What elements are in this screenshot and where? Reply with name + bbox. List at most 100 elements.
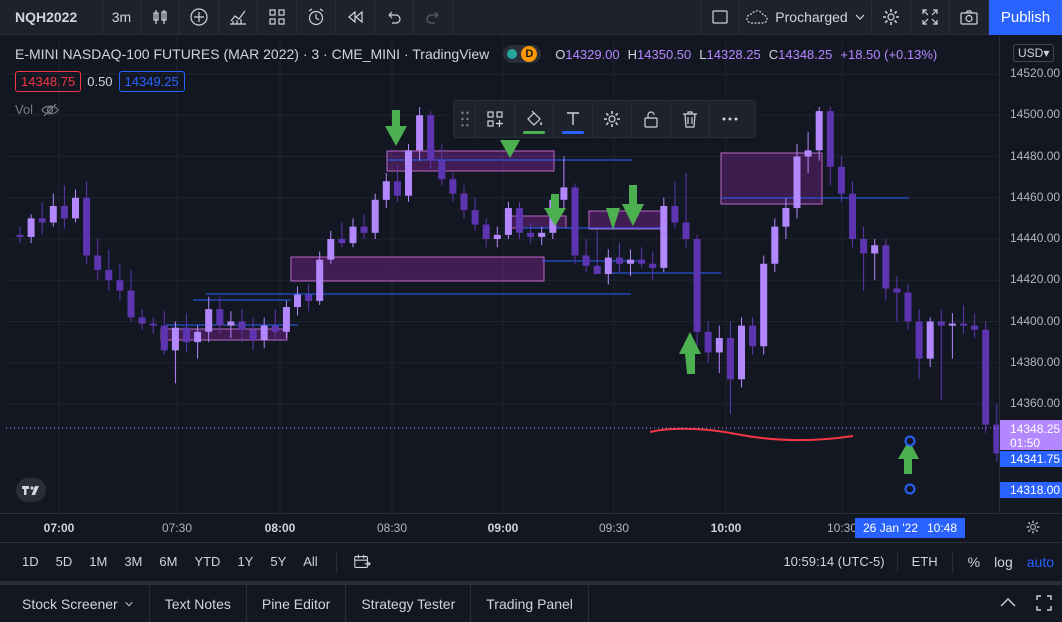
sell-price-button[interactable]: 14348.75 [15,71,82,92]
camera-icon [960,10,978,25]
candle [760,255,768,355]
range-5y[interactable]: 5Y [266,554,290,569]
symbol-search-button[interactable]: NQH2022 [0,0,103,35]
alert-button[interactable] [297,0,336,35]
last-price-label: 14348.25 01:50 [1000,420,1062,450]
range-all[interactable]: All [299,554,321,569]
candle-body [227,321,235,326]
candle [371,193,379,239]
candle-body [83,197,91,256]
replay-button[interactable] [336,0,375,35]
panel-tab-label: Strategy Tester [361,595,456,612]
range-bar-right: 10:59:14 (UTC-5) ETH % log auto [783,543,1062,581]
percent-scale-toggle[interactable]: % [961,554,987,570]
crosshair-time-label: 26 Jan '22 10:48 [855,518,965,538]
range-6m[interactable]: 6M [155,554,181,569]
panel-tab-trading-panel[interactable]: Trading Panel [471,585,589,622]
auto-scale-toggle[interactable]: auto [1020,554,1062,570]
range-1d[interactable]: 1D [18,554,43,569]
currency-select[interactable]: USD▾ [1013,44,1055,62]
candle [771,218,779,272]
panel-tab-text-notes[interactable]: Text Notes [150,585,247,622]
toolbar-spacer [453,0,701,35]
candle-body [948,323,956,326]
snapshot-button[interactable] [950,0,989,35]
candle [704,321,712,363]
candle [338,222,346,248]
chart-settings-button[interactable] [872,0,911,35]
more-button[interactable] [710,101,749,137]
legend-title[interactable]: E-MINI NASDAQ-100 FUTURES (MAR 2022) · 3… [15,46,489,62]
eye-hidden-icon[interactable] [41,103,59,117]
templates-button[interactable] [258,0,297,35]
candle-body [649,263,657,268]
candle [682,173,690,248]
price-scale[interactable]: USD▾ 14520.00 14500.00 14480.00 14460.00 144… [999,36,1062,513]
range-1y[interactable]: 1Y [233,554,257,569]
candle-body [171,327,179,351]
time-scale[interactable]: 07:00 07:30 08:00 08:30 09:00 09:30 10:00 10:30… [0,513,1062,541]
panel-tab-stock-screener[interactable]: Stock Screener [0,585,150,622]
text-color-button[interactable] [554,101,593,137]
candle-body [804,150,812,157]
indicators-button[interactable] [219,0,258,35]
timezone-clock[interactable]: 10:59:14 (UTC-5) [783,551,898,573]
remove-button[interactable] [671,101,710,137]
candle-body [604,257,612,275]
candle [671,181,679,229]
panel-tab-label: Stock Screener [22,595,118,612]
chart-type-button[interactable] [141,0,180,35]
ohlc-close-value: 14348.25 [778,46,833,62]
line-color-swatch [523,131,545,134]
range-1m[interactable]: 1M [85,554,111,569]
panel-tab-pine-editor[interactable]: Pine Editor [247,585,347,622]
maximize-panel-icon[interactable] [1034,593,1054,613]
select-layout-button[interactable] [701,0,740,35]
candle [726,321,734,415]
fullscreen-button[interactable] [911,0,950,35]
go-to-date-icon[interactable] [353,553,371,571]
toolbar-drag-handle[interactable] [454,101,476,137]
range-3m[interactable]: 3M [120,554,146,569]
range-5d[interactable]: 5D [52,554,77,569]
chevron-up-icon[interactable] [998,593,1018,613]
scale-settings-gear-icon[interactable] [1025,519,1041,535]
undo-button[interactable] [375,0,414,35]
candle [72,189,79,223]
candles-icon [153,10,167,24]
candle-body [815,111,823,151]
buy-price-button[interactable]: 14349.25 [118,71,185,92]
lock-button[interactable] [632,101,671,137]
candle-body [871,245,879,254]
market-status[interactable]: D [503,45,542,63]
candle-body [760,263,768,347]
publish-button[interactable]: Publish [989,0,1062,35]
candle-body [771,226,779,264]
drawing-settings-button[interactable] [593,101,632,137]
line-color-button[interactable] [515,101,554,137]
templates-button[interactable] [476,101,515,137]
log-scale-toggle[interactable]: log [987,554,1020,570]
candle-body [704,331,712,353]
candle-body [216,309,224,326]
tradingview-logo-icon[interactable] [16,478,46,502]
price-tick: 14380.00 [1010,354,1061,369]
session-toggle[interactable]: ETH [898,551,953,573]
more-dots-icon [722,117,737,121]
volume-indicator-legend[interactable]: Vol [15,102,59,117]
redo-button[interactable] [414,0,453,35]
candle [504,201,512,239]
interval-button[interactable]: 3m [103,0,141,35]
candle-body [405,150,412,196]
layout-name-label: Procharged [775,9,848,25]
range-ytd[interactable]: YTD [190,554,224,569]
compare-button[interactable] [180,0,219,35]
candle [738,317,745,388]
layout-menu-button[interactable]: Procharged [740,0,872,35]
chart-pane[interactable]: E-MINI NASDAQ-100 FUTURES (MAR 2022) · 3… [6,36,999,513]
candle-body [416,115,424,151]
hand-drawn-curve[interactable] [649,427,854,442]
candle-body [682,222,690,239]
panel-tab-strategy-tester[interactable]: Strategy Tester [346,585,472,622]
candle [83,181,91,264]
